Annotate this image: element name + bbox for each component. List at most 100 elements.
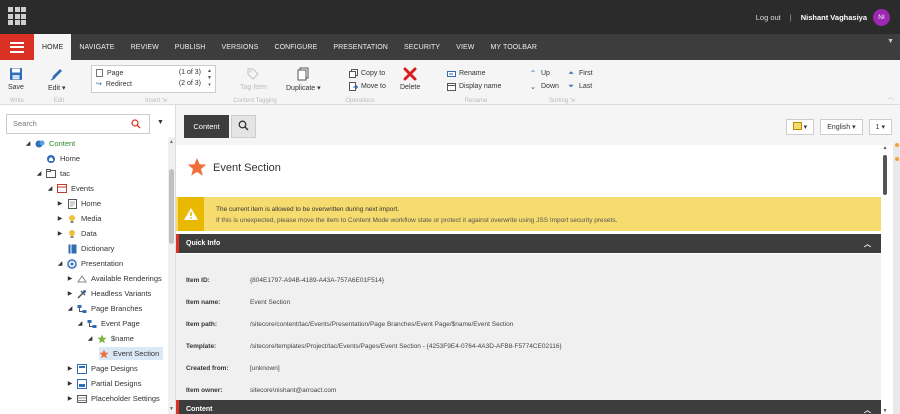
tree-node-events[interactable]: ◢ Events bbox=[46, 182, 94, 195]
ribbon-collapse-icon[interactable]: ▼ bbox=[887, 38, 894, 45]
home-icon bbox=[46, 154, 56, 164]
duplicate-button[interactable]: Duplicate ▾ bbox=[286, 66, 321, 92]
tree-search-input[interactable] bbox=[13, 119, 113, 128]
validation-marker[interactable] bbox=[895, 157, 899, 161]
sort-down-button[interactable]: ⌄ Down bbox=[528, 82, 559, 91]
delete-button[interactable]: Delete bbox=[400, 66, 420, 91]
scroll-down-icon[interactable]: ▼ bbox=[168, 406, 175, 412]
tree-node-partial-designs[interactable]: ▶ Partial Designs bbox=[66, 377, 141, 390]
edit-button[interactable]: Edit ▾ bbox=[48, 66, 66, 92]
move-to-button[interactable]: Move to bbox=[348, 82, 386, 91]
duplicate-label: Duplicate ▾ bbox=[286, 85, 321, 92]
sort-first-button[interactable]: ⏶ First bbox=[566, 69, 592, 78]
expand-arrow-icon[interactable]: ◢ bbox=[56, 260, 64, 267]
tab-publish[interactable]: PUBLISH bbox=[167, 34, 214, 60]
collapsed-arrow-icon[interactable]: ▶ bbox=[66, 395, 74, 402]
tree-node-page-designs[interactable]: ▶ Page Designs bbox=[66, 362, 138, 375]
tree-node-event-page[interactable]: ◢ Event Page bbox=[76, 317, 140, 330]
expand-arrow-icon[interactable]: ◢ bbox=[46, 185, 54, 192]
tree-node-event-section[interactable]: Event Section bbox=[99, 347, 164, 360]
tree-node-placeholder-settings[interactable]: ▶ Placeholder Settings bbox=[66, 392, 160, 405]
menu-icon[interactable] bbox=[0, 34, 34, 60]
tab-security[interactable]: SECURITY bbox=[396, 34, 448, 60]
tree-scrollbar[interactable]: ▲ ▼ bbox=[168, 137, 175, 414]
item-options-button[interactable]: ▾ bbox=[785, 119, 815, 135]
ribbon-minimize-icon[interactable]: ︿ bbox=[887, 92, 894, 102]
tab-home[interactable]: HOME bbox=[34, 34, 72, 60]
insert-option-redirect[interactable]: ↪ Redirect (2 of 3) bbox=[96, 80, 201, 88]
avatar[interactable]: NI bbox=[873, 8, 890, 26]
sort-up-button[interactable]: ⌃ Up bbox=[528, 69, 550, 78]
logout-link[interactable]: Log out bbox=[756, 13, 781, 22]
language-selector[interactable]: English ▾ bbox=[820, 119, 863, 135]
content-editor: Content ▾ English ▾ 1 ▾ Event Section Th… bbox=[176, 105, 900, 414]
ribbon-group-insert: Page (1 of 3) ↪ Redirect (2 of 3) ▲ ▼ ▾ Ins… bbox=[86, 60, 226, 105]
tree-node-presentation[interactable]: ◢ Presentation bbox=[56, 257, 123, 270]
tree-node-page-branches[interactable]: ◢ Page Branches bbox=[66, 302, 143, 315]
scroll-down-icon[interactable]: ▼ bbox=[881, 408, 889, 414]
collapsed-arrow-icon[interactable]: ▶ bbox=[66, 365, 74, 372]
collapsed-arrow-icon[interactable]: ▶ bbox=[56, 230, 64, 237]
quick-info-row: Item ID: {804E1797-A94B-4189-A43A-757A6E0… bbox=[186, 277, 385, 284]
tree-node-tac[interactable]: ◢ tac bbox=[35, 167, 70, 180]
edit-icon bbox=[50, 66, 64, 82]
tree-scroll-thumb[interactable] bbox=[169, 169, 174, 244]
expand-arrow-icon[interactable]: ◢ bbox=[24, 140, 32, 147]
save-button[interactable]: Save bbox=[8, 66, 24, 91]
collapsed-arrow-icon[interactable]: ▶ bbox=[56, 200, 64, 207]
collapsed-arrow-icon[interactable]: ▶ bbox=[66, 275, 74, 282]
user-name[interactable]: Nishant Vaghasiya bbox=[801, 13, 867, 22]
app-launcher-icon[interactable] bbox=[8, 7, 26, 25]
insert-gallery[interactable]: Page (1 of 3) ↪ Redirect (2 of 3) ▲ ▼ ▾ bbox=[91, 65, 216, 93]
quick-info-row: Template:/sitecore/templates/Project/tac… bbox=[186, 343, 562, 350]
tree-node-media[interactable]: ▶ Media bbox=[56, 212, 102, 225]
copy-to-button[interactable]: Copy to bbox=[348, 69, 385, 78]
tree-node-home[interactable]: Home bbox=[35, 152, 80, 165]
warning-icon bbox=[178, 197, 204, 231]
editor-scroll-thumb[interactable] bbox=[883, 155, 887, 195]
tree-node-events-home[interactable]: ▶ Home bbox=[56, 197, 101, 210]
collapse-caret-icon[interactable]: ︿ bbox=[864, 239, 871, 249]
expand-arrow-icon[interactable]: ◢ bbox=[35, 170, 43, 177]
validation-marker[interactable] bbox=[895, 143, 899, 147]
quick-info-header[interactable]: Quick Info ︿ bbox=[176, 234, 881, 253]
tab-review[interactable]: REVIEW bbox=[123, 34, 167, 60]
tab-navigate[interactable]: NAVIGATE bbox=[71, 34, 122, 60]
rename-button[interactable]: Rename bbox=[446, 69, 485, 78]
collapse-caret-icon[interactable]: ︿ bbox=[864, 405, 871, 414]
editor-scrollbar[interactable]: ▲ ▼ bbox=[881, 145, 893, 414]
scroll-up-icon[interactable]: ▲ bbox=[881, 145, 889, 151]
tab-versions[interactable]: VERSIONS bbox=[213, 34, 266, 60]
tab-my-toolbar[interactable]: MY TOOLBAR bbox=[482, 34, 545, 60]
version-selector[interactable]: 1 ▾ bbox=[868, 119, 892, 135]
tree-node-data[interactable]: ▶ Data bbox=[56, 227, 97, 240]
content-tab[interactable]: Content bbox=[184, 115, 229, 138]
display-name-button[interactable]: Display name bbox=[446, 82, 501, 91]
expand-arrow-icon[interactable]: ◢ bbox=[86, 335, 94, 342]
ribbon-group-content-tagging: Tag Item Content Tagging bbox=[226, 60, 284, 105]
scroll-up-icon[interactable]: ▲ bbox=[168, 139, 175, 145]
tree-node-headless-variants[interactable]: ▶ Headless Variants bbox=[66, 287, 151, 300]
expand-arrow-icon[interactable]: ◢ bbox=[66, 305, 74, 312]
tree-node-dictionary[interactable]: Dictionary bbox=[56, 242, 114, 255]
tab-presentation[interactable]: PRESENTATION bbox=[325, 34, 396, 60]
collapsed-arrow-icon[interactable]: ▶ bbox=[66, 290, 74, 297]
editor-search-button[interactable] bbox=[231, 115, 256, 138]
insert-option-page[interactable]: Page (1 of 3) bbox=[96, 69, 201, 77]
item-title: Event Section bbox=[213, 162, 281, 174]
sort-last-button[interactable]: ⏷ Last bbox=[566, 82, 592, 91]
content-icon bbox=[35, 139, 45, 149]
expand-arrow-icon[interactable]: ◢ bbox=[76, 320, 84, 327]
search-options-dropdown-icon[interactable]: ▼ bbox=[157, 119, 164, 126]
tab-view[interactable]: VIEW bbox=[448, 34, 482, 60]
collapsed-arrow-icon[interactable]: ▶ bbox=[56, 215, 64, 222]
tree-node-name-placeholder[interactable]: ◢ $name bbox=[86, 332, 134, 345]
search-icon[interactable] bbox=[131, 119, 141, 131]
tab-configure[interactable]: CONFIGURE bbox=[266, 34, 325, 60]
content-section-header[interactable]: Content ︿ bbox=[176, 400, 881, 414]
tree-node-available-renderings[interactable]: ▶ Available Renderings bbox=[66, 272, 162, 285]
collapsed-arrow-icon[interactable]: ▶ bbox=[66, 380, 74, 387]
gallery-scroll-icon[interactable]: ▲ ▼ ▾ bbox=[207, 68, 212, 89]
tag-item-button[interactable]: Tag Item bbox=[240, 66, 267, 91]
tree-node-content[interactable]: ◢ Content bbox=[24, 137, 76, 150]
